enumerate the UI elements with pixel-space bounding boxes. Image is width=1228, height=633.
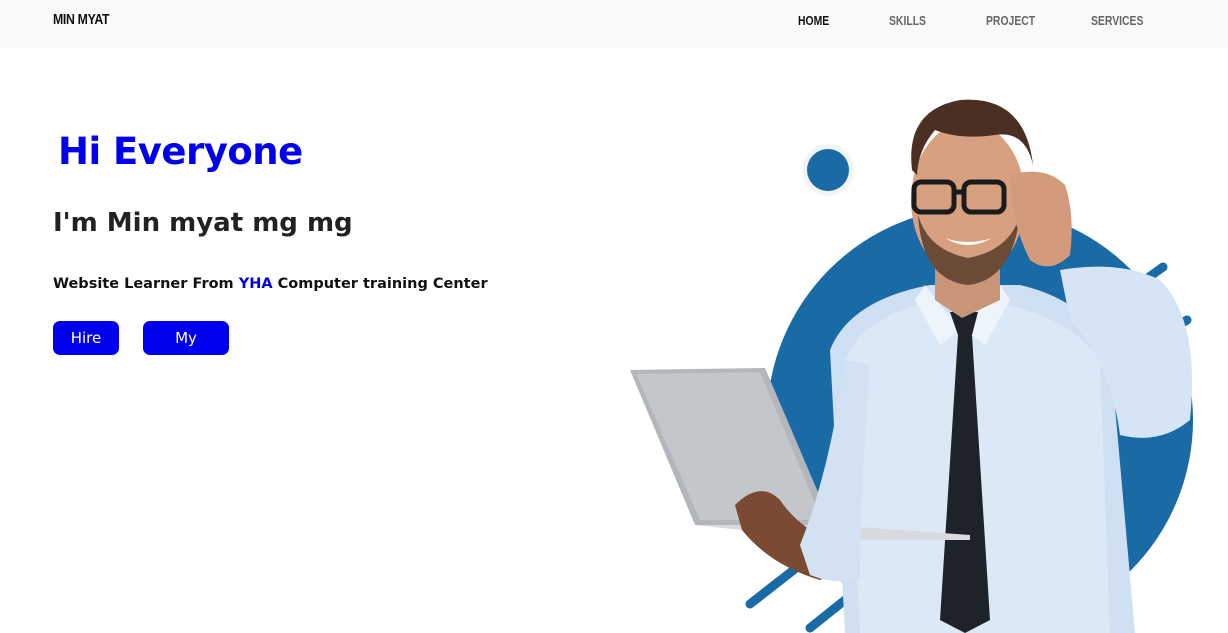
- man-with-laptop-illustration: [630, 99, 1193, 633]
- hero-subtitle: Website Learner From YHA Computer traini…: [53, 276, 488, 292]
- subtitle-prefix: Website Learner From: [53, 276, 239, 292]
- subtitle-suffix: Computer training Center: [272, 276, 488, 292]
- brand-logo[interactable]: MIN MYAT: [53, 11, 109, 28]
- nav-link-services[interactable]: SERVICES: [1091, 13, 1143, 28]
- nav-link-home[interactable]: HOME: [798, 13, 829, 28]
- nav-link-skills[interactable]: SKILLS: [889, 13, 926, 28]
- hero-name: I'm Min myat mg mg: [53, 208, 353, 238]
- my-project-button[interactable]: My Project: [143, 321, 229, 381]
- hero-image: [600, 90, 1228, 633]
- decor-dot: [807, 149, 849, 191]
- navbar: MIN MYAT HOME SKILLS PROJECT SERVICES: [0, 0, 1228, 48]
- nav-link-project[interactable]: PROJECT: [986, 13, 1035, 28]
- subtitle-highlight: YHA: [238, 276, 273, 292]
- hire-me-button[interactable]: Hire Me: [53, 321, 119, 381]
- hero-greeting: Hi Everyone: [58, 130, 303, 173]
